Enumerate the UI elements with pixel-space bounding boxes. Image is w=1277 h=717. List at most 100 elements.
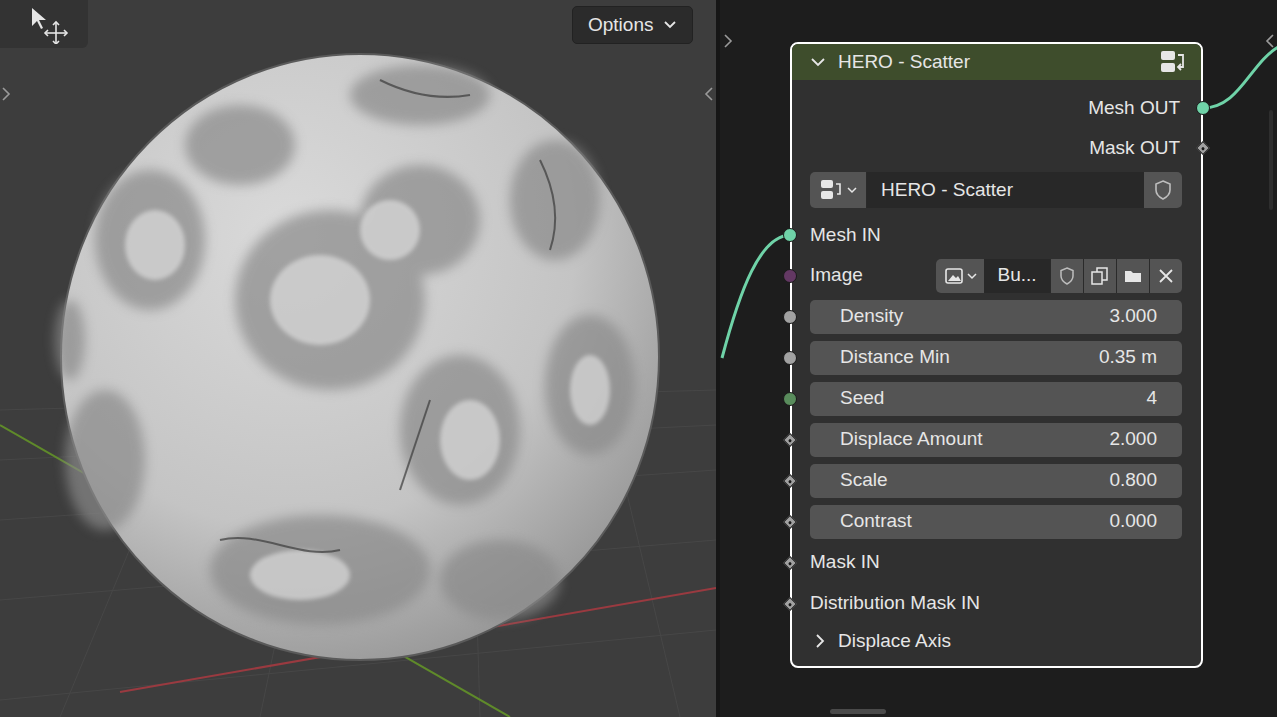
diamond-socket-icon [783, 514, 797, 528]
value-field[interactable]: Displace Amount 2.000 [810, 423, 1182, 457]
socket-dot-icon [788, 601, 792, 605]
diamond-socket-icon [783, 596, 797, 610]
folder-button[interactable] [1116, 259, 1149, 293]
socket[interactable] [783, 597, 797, 611]
diamond-socket-icon [783, 432, 797, 446]
input-row: Image Bu... [792, 255, 1201, 296]
field-label[interactable]: Density [840, 302, 903, 331]
socket[interactable] [1196, 141, 1210, 155]
field-value[interactable]: 0.35 m [1099, 343, 1157, 372]
circle-socket-icon [783, 269, 797, 283]
field-label[interactable]: Contrast [840, 507, 912, 536]
image-name-field[interactable]: Bu... [984, 259, 1050, 293]
value-field[interactable]: Seed 4 [810, 382, 1182, 416]
scatter-node[interactable]: HERO - Scatter Mesh OUT Mask OUT HERO - Sca… [790, 42, 1203, 668]
value-field[interactable]: Density 3.000 [810, 300, 1182, 334]
value-field[interactable]: Distance Min 0.35 m [810, 341, 1182, 375]
node-group-icon [1159, 49, 1187, 75]
socket[interactable] [783, 515, 797, 529]
shield-icon [1153, 179, 1173, 201]
circle-socket-icon [783, 310, 797, 324]
close-button[interactable] [1149, 259, 1182, 293]
socket[interactable] [783, 310, 797, 324]
diamond-socket-icon [1196, 141, 1210, 155]
circle-socket-icon [783, 392, 797, 406]
field-value[interactable]: 4 [1146, 384, 1157, 413]
field-label[interactable]: Displace Amount [840, 425, 983, 454]
socket[interactable] [783, 228, 797, 242]
chevron-down-icon [663, 20, 677, 30]
socket-dot-icon [788, 519, 792, 523]
options-dropdown[interactable]: Options [572, 6, 693, 44]
tool-selector[interactable] [0, 0, 88, 48]
image-icon [944, 266, 964, 286]
field-value[interactable]: 3.000 [1109, 302, 1157, 331]
image-name[interactable]: Bu... [997, 261, 1036, 290]
sphere-mesh [0, 0, 716, 717]
expand-toolbar-icon [723, 33, 733, 49]
image-selector: Bu... [936, 259, 1182, 293]
field-label[interactable]: Seed [840, 384, 884, 413]
disclosure-icon [814, 633, 826, 649]
input-row: Seed 4 [792, 378, 1201, 419]
socket[interactable] [1196, 101, 1210, 115]
field-label[interactable]: Scale [840, 466, 888, 495]
socket-dot-icon [788, 437, 792, 441]
socket[interactable] [783, 269, 797, 283]
value-field[interactable]: Scale 0.800 [810, 464, 1182, 498]
node-group-icon [819, 178, 843, 202]
group-name[interactable]: HERO - Scatter [881, 176, 1013, 205]
shield-icon [1057, 266, 1077, 286]
duplicate-icon [1090, 266, 1110, 286]
circle-socket-icon [783, 228, 797, 242]
group-browse-button[interactable] [810, 172, 867, 208]
panel-header[interactable]: Displace Axis [792, 624, 1201, 658]
circle-socket-icon [1196, 101, 1210, 115]
move-tool-icon [28, 4, 72, 44]
group-name-field[interactable]: HERO - Scatter [867, 172, 1144, 208]
fake-user-button[interactable] [1144, 172, 1182, 208]
socket[interactable] [783, 392, 797, 406]
options-label[interactable]: Options [588, 11, 653, 40]
close-icon [1156, 266, 1176, 286]
output-label: Mesh OUT [1088, 94, 1180, 123]
vertical-scrollbar[interactable] [1269, 110, 1273, 210]
socket[interactable] [783, 474, 797, 488]
chevron-down-icon [967, 272, 977, 280]
chevron-down-icon [847, 186, 857, 194]
circle-socket-icon [783, 351, 797, 365]
panel-label[interactable]: Displace Axis [838, 627, 951, 656]
field-value[interactable]: 2.000 [1109, 425, 1157, 454]
image-browse-button[interactable] [936, 259, 984, 293]
node-editor[interactable]: HERO - Scatter Mesh OUT Mask OUT HERO - Sca… [720, 0, 1277, 717]
node-title: HERO - Scatter [838, 48, 1147, 77]
field-label[interactable]: Distance Min [840, 343, 950, 372]
duplicate-button[interactable] [1083, 259, 1116, 293]
viewport[interactable]: Options [0, 0, 716, 717]
socket[interactable] [783, 351, 797, 365]
input-row: Distribution Mask IN [792, 583, 1201, 624]
node-header[interactable]: HERO - Scatter [792, 44, 1201, 80]
shield-button[interactable] [1050, 259, 1083, 293]
expand-sidebar-icon [1265, 33, 1275, 49]
expand-sidebar-icon [704, 86, 714, 102]
socket-dot-icon [1201, 146, 1205, 150]
group-selector: HERO - Scatter [810, 172, 1182, 208]
value-field[interactable]: Contrast 0.000 [810, 505, 1182, 539]
diamond-socket-icon [783, 555, 797, 569]
input-label: Image [810, 261, 863, 290]
field-value[interactable]: 0.800 [1109, 466, 1157, 495]
input-label: Mask IN [810, 548, 880, 577]
expand-toolbar-icon [1, 86, 11, 102]
socket[interactable] [783, 556, 797, 570]
input-label: Distribution Mask IN [810, 589, 980, 618]
socket[interactable] [783, 433, 797, 447]
horizontal-scrollbar[interactable] [830, 709, 886, 714]
field-value[interactable]: 0.000 [1109, 507, 1157, 536]
socket-dot-icon [788, 478, 792, 482]
output-row: Mask OUT [792, 128, 1201, 168]
input-row: Density 3.000 [792, 296, 1201, 337]
input-row: Displace Amount 2.000 [792, 419, 1201, 460]
node-body: Mesh OUTMask OUTHERO - ScatterMesh INIma… [792, 80, 1201, 666]
input-row: Mask IN [792, 542, 1201, 583]
